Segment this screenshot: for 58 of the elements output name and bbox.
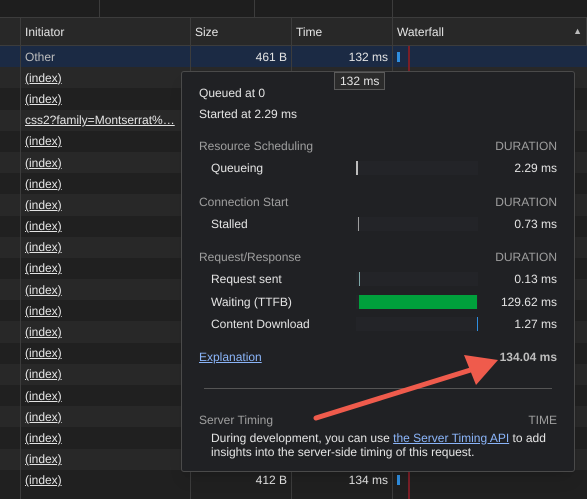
initiator-link[interactable]: (index) [25, 196, 62, 214]
duration-value: 0.73 ms [513, 216, 557, 233]
column-header[interactable]: Time [296, 22, 322, 40]
initiator-link[interactable]: (index) [25, 174, 62, 193]
initiator-link[interactable]: (index) [25, 471, 62, 490]
time-text: 132 ms [348, 48, 388, 66]
started-text: Started at 2.29 ms [199, 106, 298, 122]
timing-label: Request sent [211, 271, 283, 288]
initiator-link[interactable]: (index) [25, 259, 62, 278]
size-text: 461 B [256, 48, 287, 66]
duration-value: 129.62 ms [500, 294, 557, 311]
initiator-link[interactable]: (index) [25, 386, 62, 405]
initiator-link[interactable]: css2?family=Montserrat%… [25, 111, 175, 130]
initiator-link[interactable]: (index) [25, 238, 62, 256]
initiator-link[interactable]: (index) [25, 344, 62, 362]
table-row[interactable]: Other 461 B 132 ms [0, 46, 587, 68]
server-timing-description: During development, you can use the Server Timing API to add insights into the server-side timing of this request. [210, 430, 547, 458]
size-text: 412 B [256, 472, 287, 490]
section-title: Resource Scheduling [199, 138, 314, 155]
column-label: DURATION [495, 194, 557, 210]
column-header[interactable]: Size [195, 22, 218, 40]
initiator-link[interactable]: (index) [25, 323, 62, 342]
timing-label: Stalled [211, 216, 249, 233]
column-header[interactable]: Waterfall [397, 22, 444, 40]
column-label: DURATION [495, 138, 557, 155]
duration-value: 0.13 ms [513, 271, 557, 288]
timing-label: Waiting (TTFB) [211, 294, 293, 311]
explanation-link[interactable]: Explanation [199, 348, 262, 366]
initiator-link[interactable]: (index) [25, 68, 62, 87]
duration-value: 1.27 ms [513, 316, 557, 334]
initiator-link[interactable]: (index) [25, 280, 62, 299]
timing-label: Content Download [211, 316, 311, 334]
initiator-link[interactable]: (index) [25, 90, 62, 108]
timing-label: Queueing [211, 160, 264, 178]
column-label: TIME [528, 412, 557, 428]
total-duration: 134.04 ms [500, 348, 557, 366]
initiator-link[interactable]: (index) [25, 408, 62, 426]
server-timing-api-link[interactable]: the Server Timing API [393, 430, 510, 444]
initiator-link[interactable]: (index) [25, 428, 62, 447]
duration-tooltip: 132 ms [334, 72, 386, 90]
queued-text: Queued at 0 [199, 84, 266, 102]
initiator-text: Other [25, 48, 56, 66]
initiator-link[interactable]: (index) [25, 154, 62, 172]
waterfall-bar [397, 52, 400, 62]
section-title: Connection Start [199, 194, 288, 210]
sort-ascending-icon[interactable]: ▲ [573, 24, 582, 38]
section-title: Server Timing [199, 412, 274, 428]
column-label: DURATION [495, 249, 557, 266]
waterfall-bar [397, 475, 400, 486]
time-text: 134 ms [348, 472, 388, 490]
initiator-link[interactable]: (index) [25, 450, 62, 468]
duration-value: 2.29 ms [513, 160, 557, 178]
initiator-link[interactable]: (index) [25, 302, 62, 320]
section-title: Request/Response [199, 249, 302, 266]
initiator-link[interactable]: (index) [25, 365, 62, 384]
initiator-link[interactable]: (index) [25, 217, 62, 236]
initiator-link[interactable]: (index) [25, 132, 62, 150]
column-header[interactable]: Initiator [25, 22, 64, 40]
